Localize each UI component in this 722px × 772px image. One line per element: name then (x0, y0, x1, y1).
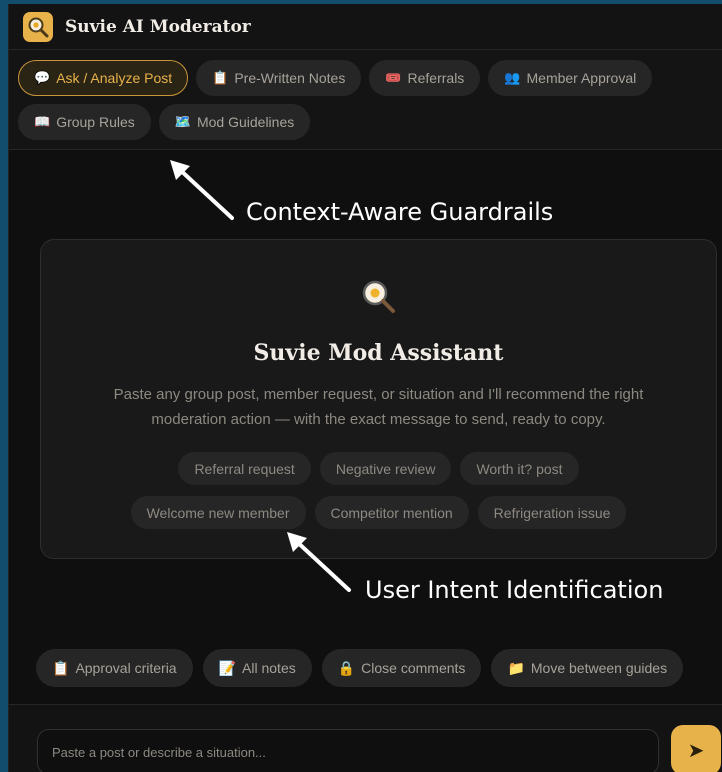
quick-label: Approval criteria (75, 660, 177, 676)
suggestion-row: Welcome new member Competitor mention Re… (130, 496, 627, 529)
tab-ask-analyze-post[interactable]: 💬 Ask / Analyze Post (18, 60, 189, 96)
memo-icon: 📝 (218, 659, 237, 676)
clipboard-icon: 📋 (212, 70, 229, 85)
suggestion-row: Referral request Negative review Worth i… (178, 452, 579, 485)
tab-label: Referrals (407, 70, 465, 86)
clipboard-icon: 📋 (52, 659, 70, 676)
ticket-icon: 🎟️ (385, 70, 402, 85)
app-header: Suvie AI Moderator (9, 4, 722, 50)
quick-move-between-guides[interactable]: 📁 Move between guides (491, 649, 684, 687)
suggestion-welcome-new-member[interactable]: Welcome new member (130, 496, 306, 529)
assistant-title: Suvie Mod Assistant (253, 340, 504, 366)
tab-pre-written-notes[interactable]: 📋 Pre-Written Notes (196, 60, 362, 96)
assistant-description: Paste any group post, member request, or… (113, 386, 644, 428)
annotation-arrow-intent (287, 532, 351, 592)
magnifier-egg-icon (362, 280, 395, 313)
tab-label: Ask / Analyze Post (56, 70, 173, 86)
map-icon: 🗺️ (174, 114, 191, 129)
suggestion-referral-request[interactable]: Referral request (178, 452, 311, 485)
tab-label: Member Approval (526, 70, 637, 86)
annotation-arrow-guardrails (170, 160, 234, 220)
quick-label: Close comments (361, 660, 466, 676)
suggestion-worth-it-post[interactable]: Worth it? post (460, 452, 579, 485)
tab-mod-guidelines[interactable]: 🗺️ Mod Guidelines (158, 104, 311, 140)
speech-bubble-icon: 💬 (34, 70, 51, 85)
tab-label: Pre-Written Notes (234, 70, 346, 86)
send-arrow-icon: ➤ (687, 739, 705, 762)
quick-all-notes[interactable]: 📝 All notes (202, 649, 312, 687)
send-button[interactable]: ➤ (671, 725, 721, 772)
tab-referrals[interactable]: 🎟️ Referrals (369, 60, 481, 96)
app-title: Suvie AI Moderator (65, 16, 251, 37)
tab-label: Group Rules (56, 114, 135, 130)
annotation-intent: User Intent Identification (365, 576, 664, 604)
tab-label: Mod Guidelines (196, 114, 295, 130)
assistant-card: Suvie Mod Assistant Paste any group post… (40, 239, 717, 559)
tab-bar: 💬 Ask / Analyze Post 📋 Pre-Written Notes… (9, 50, 722, 150)
tab-group-rules[interactable]: 📖 Group Rules (18, 104, 151, 140)
quick-approval-criteria[interactable]: 📋 Approval criteria (36, 649, 193, 687)
magnifier-egg-icon (28, 17, 49, 37)
book-icon: 📖 (34, 114, 51, 129)
folder-icon: 📁 (507, 659, 525, 676)
people-icon: 👥 (504, 70, 521, 85)
quick-label: Move between guides (530, 660, 668, 676)
tab-member-approval[interactable]: 👥 Member Approval (488, 60, 653, 96)
card-icon-wrap (41, 278, 716, 318)
quick-actions: 📋 Approval criteria 📝 All notes 🔒 Close … (36, 649, 684, 687)
app-window: Suvie AI Moderator 💬 Ask / Analyze Post … (8, 4, 722, 772)
quick-label: All notes (242, 660, 296, 676)
suggestion-negative-review[interactable]: Negative review (319, 452, 452, 485)
suggestion-competitor-mention[interactable]: Competitor mention (314, 496, 469, 529)
annotation-guardrails: Context-Aware Guardrails (246, 198, 554, 226)
suggestion-refrigeration-issue[interactable]: Refrigeration issue (477, 496, 627, 529)
suggestion-chips: Referral request Negative review Worth i… (41, 452, 716, 529)
lock-icon: 🔒 (337, 659, 356, 676)
quick-close-comments[interactable]: 🔒 Close comments (321, 649, 482, 687)
message-input[interactable] (37, 729, 659, 772)
logo (23, 11, 53, 42)
composer-bar: ➤ (9, 704, 722, 772)
